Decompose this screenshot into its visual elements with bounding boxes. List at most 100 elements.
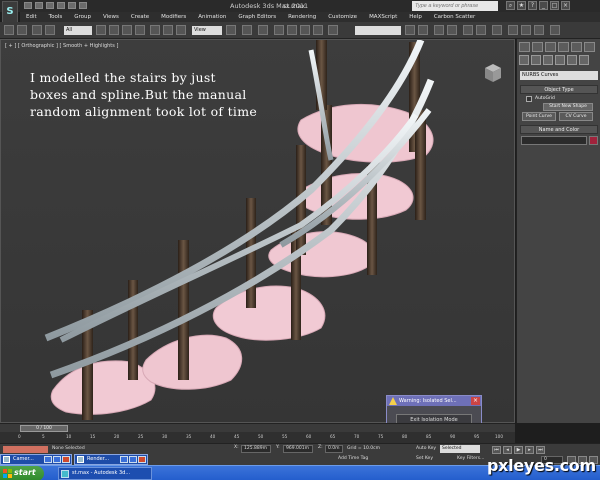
restore-icon[interactable] <box>44 456 52 463</box>
maxscript-listener[interactable] <box>3 446 48 453</box>
restore-icon[interactable] <box>120 456 128 463</box>
viewport-perspective[interactable]: [ + ] [ Orthographic ] [ Smooth + Highli… <box>0 39 515 431</box>
utilities-tab-icon[interactable] <box>584 42 595 52</box>
time-slider[interactable]: 0 / 100 <box>20 425 68 432</box>
search-input[interactable] <box>412 1 498 11</box>
angle-snap-icon[interactable] <box>287 25 297 35</box>
undo-icon[interactable] <box>4 25 14 35</box>
start-button[interactable]: start <box>0 466 44 480</box>
menu-edit[interactable]: Edit <box>20 12 43 22</box>
edit-named-selection-icon[interactable] <box>328 25 338 35</box>
maximize-icon[interactable] <box>129 456 137 463</box>
menu-maxscript[interactable]: MAXScript <box>363 12 403 22</box>
dialog-title-bar[interactable]: Warning: Isolated Sel... × <box>387 396 481 406</box>
search-icon[interactable]: ⌕ <box>506 1 515 10</box>
new-file-icon[interactable] <box>24 2 32 9</box>
menu-help[interactable]: Help <box>403 12 428 22</box>
previous-frame-icon[interactable]: ◂ <box>503 446 512 454</box>
window-crossing-icon[interactable] <box>135 25 145 35</box>
object-type-rollout[interactable]: Object Type <box>520 85 598 94</box>
autogrid-checkbox[interactable] <box>526 96 532 102</box>
menu-carbon-scatter[interactable]: Carbon Scatter <box>428 12 481 22</box>
play-icon[interactable]: ▶ <box>514 446 523 454</box>
key-selection-dropdown[interactable]: Selected <box>440 445 480 453</box>
z-coordinate-field[interactable]: 0.0m <box>325 445 343 453</box>
maximize-icon[interactable]: □ <box>550 1 559 10</box>
scale-icon[interactable] <box>176 25 186 35</box>
taskbar-app-3ds-max[interactable]: st.max - Autodesk 3d... <box>58 467 152 480</box>
space-warps-icon[interactable] <box>579 55 589 65</box>
schematic-view-icon[interactable] <box>476 25 486 35</box>
display-tab-icon[interactable] <box>571 42 582 52</box>
mirror-icon[interactable] <box>405 25 415 35</box>
viewport-label[interactable]: [ + ] [ Orthographic ] [ Smooth + Highli… <box>5 43 118 49</box>
material-editor-icon[interactable] <box>492 25 502 35</box>
curve-editor-icon[interactable] <box>463 25 473 35</box>
graphite-tools-icon[interactable] <box>447 25 457 35</box>
name-and-color-rollout[interactable]: Name and Color <box>520 125 598 134</box>
help-icon[interactable]: ? <box>528 1 537 10</box>
render-window-task[interactable]: Render... <box>74 454 148 465</box>
close-icon[interactable]: × <box>471 397 480 405</box>
pivot-center-icon[interactable] <box>226 25 236 35</box>
time-slider-bar[interactable]: 0 / 100 <box>0 423 515 432</box>
go-to-start-icon[interactable]: ⏮ <box>492 446 501 454</box>
layer-manager-icon[interactable] <box>434 25 444 35</box>
rotate-icon[interactable] <box>163 25 173 35</box>
key-filters-button[interactable]: Key Filters... <box>457 456 484 461</box>
cameras-icon[interactable] <box>555 55 565 65</box>
select-manipulate-icon[interactable] <box>242 25 252 35</box>
communication-center-icon[interactable]: ★ <box>517 1 526 10</box>
menu-tools[interactable]: Tools <box>43 12 69 22</box>
viewcube-icon[interactable] <box>479 58 507 86</box>
y-coordinate-field[interactable]: 969.001m <box>283 445 313 453</box>
open-file-icon[interactable] <box>35 2 43 9</box>
redo-icon[interactable] <box>68 2 76 9</box>
cv-curve-button[interactable]: CV Curve <box>559 112 593 121</box>
motion-tab-icon[interactable] <box>558 42 569 52</box>
menu-create[interactable]: Create <box>125 12 155 22</box>
menu-modifiers[interactable]: Modifiers <box>155 12 192 22</box>
close-icon[interactable] <box>138 456 146 463</box>
reference-coordinate-dropdown[interactable]: View <box>192 26 222 35</box>
close-icon[interactable] <box>62 456 70 463</box>
menu-rendering[interactable]: Rendering <box>282 12 322 22</box>
menu-views[interactable]: Views <box>97 12 125 22</box>
undo-icon[interactable] <box>57 2 65 9</box>
camera-window-task[interactable]: Camer... <box>0 454 72 465</box>
select-object-icon[interactable] <box>96 25 106 35</box>
menu-group[interactable]: Group <box>68 12 97 22</box>
select-link-icon[interactable] <box>32 25 42 35</box>
start-new-shape-button[interactable]: Start New Shape <box>543 103 593 111</box>
percent-snap-icon[interactable] <box>300 25 310 35</box>
x-coordinate-field[interactable]: 125.889m <box>241 445 271 453</box>
shapes-icon[interactable] <box>531 55 541 65</box>
align-icon[interactable] <box>418 25 428 35</box>
minimize-icon[interactable]: _ <box>539 1 548 10</box>
menu-customize[interactable]: Customize <box>322 12 363 22</box>
maximize-icon[interactable] <box>53 456 61 463</box>
create-tab-icon[interactable] <box>519 42 530 52</box>
close-icon[interactable]: × <box>561 1 570 10</box>
point-curve-button[interactable]: Point Curve <box>522 112 556 121</box>
hierarchy-tab-icon[interactable] <box>545 42 556 52</box>
unlink-icon[interactable] <box>45 25 55 35</box>
render-production-icon[interactable] <box>534 25 544 35</box>
snap-toggle-icon[interactable] <box>274 25 284 35</box>
helpers-icon[interactable] <box>567 55 577 65</box>
add-time-tag-button[interactable]: Add Time Tag <box>338 456 368 461</box>
selection-filter-dropdown[interactable]: All <box>64 26 92 35</box>
auto-key-button[interactable]: Auto Key <box>416 446 436 451</box>
application-menu-button[interactable]: S <box>2 1 18 23</box>
rendered-frame-window-icon[interactable] <box>521 25 531 35</box>
lights-icon[interactable] <box>543 55 553 65</box>
next-frame-icon[interactable]: ▸ <box>525 446 534 454</box>
object-color-swatch[interactable] <box>589 136 598 145</box>
go-to-end-icon[interactable]: ⏭ <box>536 446 545 454</box>
category-dropdown[interactable]: NURBS Curves <box>520 71 598 80</box>
modify-tab-icon[interactable] <box>532 42 543 52</box>
redo-icon[interactable] <box>17 25 27 35</box>
menu-animation[interactable]: Animation <box>192 12 232 22</box>
object-name-field[interactable] <box>521 136 587 145</box>
spinner-snap-icon[interactable] <box>313 25 323 35</box>
